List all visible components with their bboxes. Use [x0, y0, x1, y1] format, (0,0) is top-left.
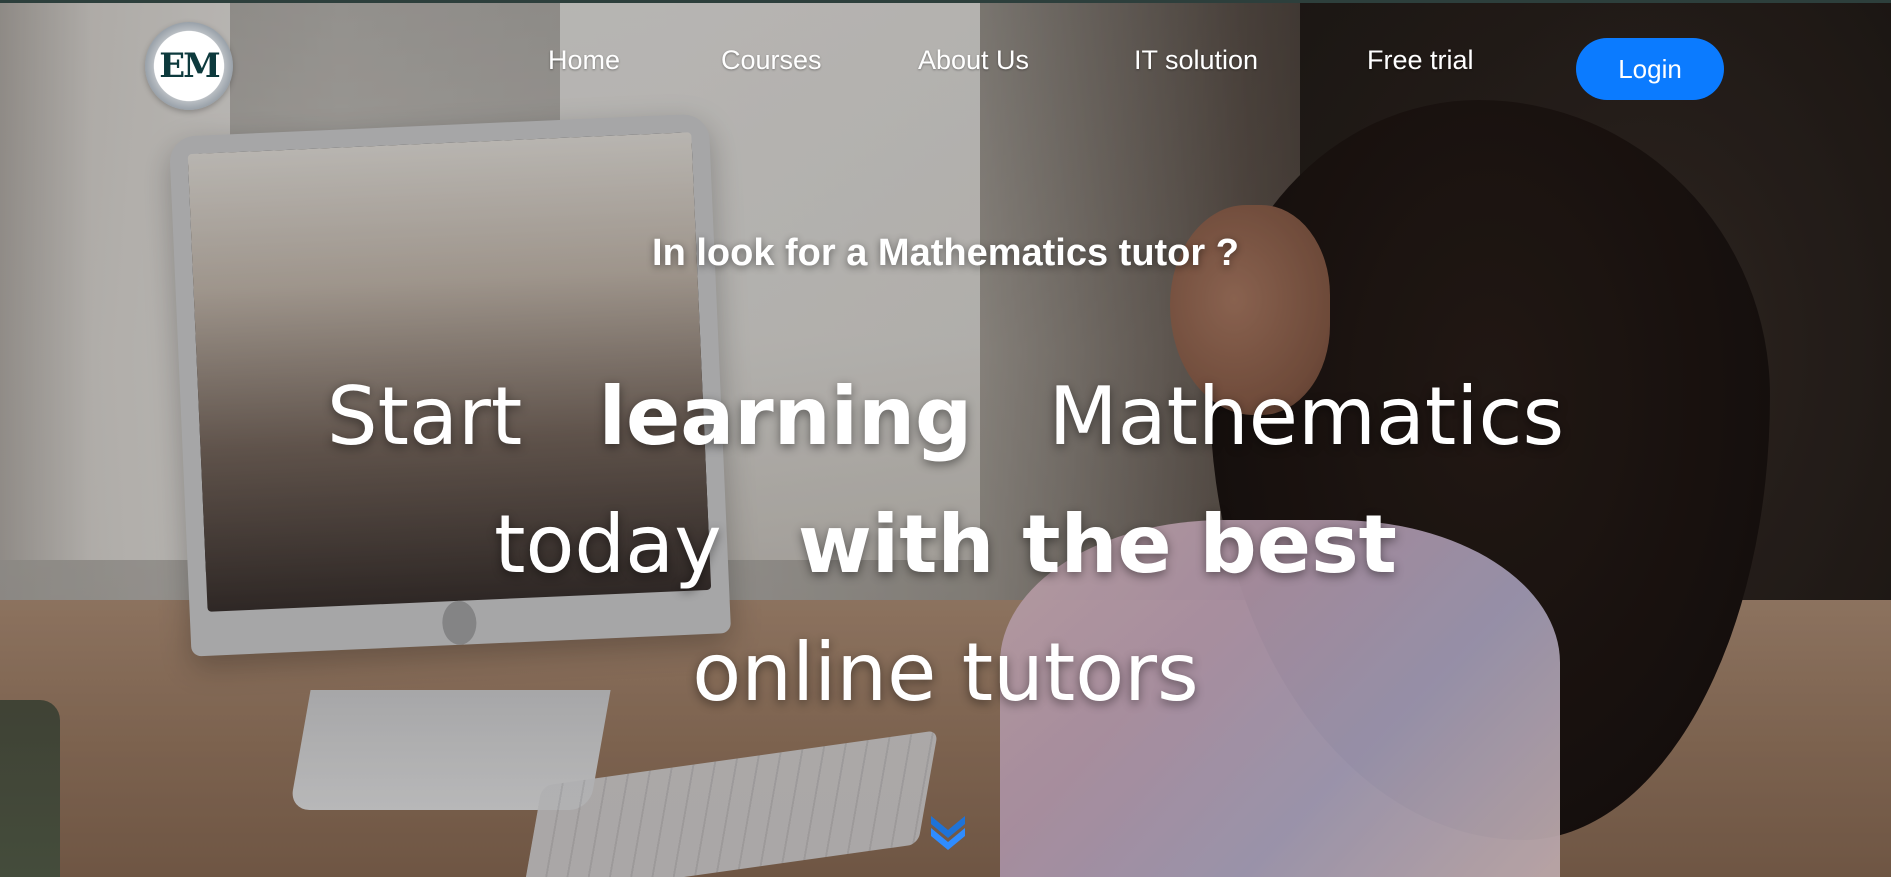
nav-free-trial[interactable]: Free trial	[1367, 45, 1474, 76]
headline-word: Start	[326, 370, 523, 463]
nav-courses[interactable]: Courses	[721, 45, 822, 76]
navbar: EM Home Courses About Us IT solution Fre…	[0, 0, 1891, 120]
nav-about-us[interactable]: About Us	[918, 45, 1029, 76]
hero-headline-line-3: online tutors	[0, 626, 1891, 719]
nav-it-solution[interactable]: IT solution	[1134, 45, 1258, 76]
headline-word: Mathematics	[1048, 370, 1565, 463]
headline-word: today	[494, 498, 722, 591]
headline-word-emphasis: with the best	[797, 498, 1397, 591]
hero-headline-line-1: Start learning Mathematics	[0, 370, 1891, 463]
logo-text: EM	[159, 46, 221, 86]
hero-subtitle: In look for a Mathematics tutor ?	[652, 232, 1239, 274]
headline-word: online tutors	[692, 626, 1199, 719]
nav-home[interactable]: Home	[548, 45, 620, 76]
chevron-double-down-icon	[931, 816, 965, 850]
hero-section: EM Home Courses About Us IT solution Fre…	[0, 0, 1891, 877]
logo[interactable]: EM	[145, 22, 233, 110]
headline-word-emphasis: learning	[598, 370, 973, 463]
scroll-down-button[interactable]	[925, 808, 971, 854]
hero-headline-line-2: today with the best	[0, 498, 1891, 591]
login-button[interactable]: Login	[1576, 38, 1724, 100]
